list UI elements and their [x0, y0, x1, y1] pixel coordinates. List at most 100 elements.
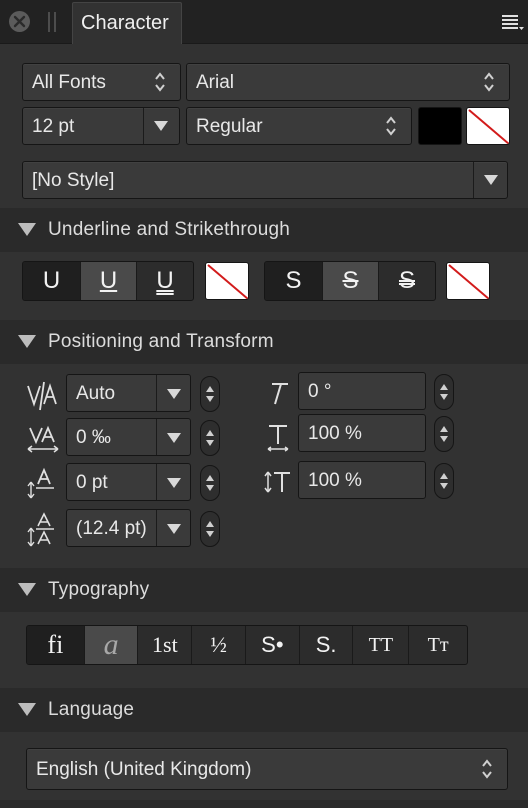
- strike-single-label: S: [342, 267, 359, 294]
- fractions-button[interactable]: ½: [192, 626, 246, 664]
- section-underline-title: Underline and Strikethrough: [48, 219, 290, 240]
- small-caps-button[interactable]: Tт: [409, 626, 467, 664]
- panel-titlebar: Character: [0, 0, 528, 44]
- small-caps-label: Tт: [427, 633, 449, 656]
- text-style-select[interactable]: [No Style]: [22, 161, 508, 199]
- strike-double-button[interactable]: S: [379, 262, 435, 300]
- strike-none-label: S: [285, 267, 302, 294]
- language-select[interactable]: English (United Kingdom): [26, 748, 508, 790]
- no-color-icon: [468, 109, 509, 144]
- horizontal-scale-icon: [267, 425, 289, 452]
- font-collection-select[interactable]: All Fonts: [22, 63, 181, 101]
- tab-character-label: Character: [81, 12, 169, 34]
- underline-double-label: U: [156, 267, 174, 294]
- tracking-icon: [27, 425, 59, 453]
- tracking-combo[interactable]: 0 ‰: [66, 418, 191, 456]
- tracking-stepper[interactable]: [200, 420, 220, 456]
- section-language-header[interactable]: Language: [0, 688, 528, 732]
- strike-single-button[interactable]: S: [323, 262, 379, 300]
- swash-label: a: [103, 628, 119, 661]
- font-family-select[interactable]: Arial: [186, 63, 510, 101]
- dropdown-arrow-icon: [167, 389, 181, 399]
- all-caps-button[interactable]: TT: [353, 626, 410, 664]
- baseline-value: 0 pt: [76, 472, 108, 493]
- leading-stepper[interactable]: [200, 511, 220, 547]
- updown-chevron-icon: [484, 72, 494, 92]
- baseline-stepper[interactable]: [200, 465, 220, 501]
- font-size-value: 12 pt: [32, 116, 75, 137]
- ligatures-button[interactable]: fi: [27, 626, 85, 664]
- strikethrough-button-group: S S S: [264, 261, 436, 301]
- strikethrough-color-swatch[interactable]: [446, 262, 490, 300]
- underline-single-label: U: [99, 267, 118, 294]
- horizontal-scale-stepper[interactable]: [434, 416, 454, 452]
- font-weight-value: Regular: [196, 116, 263, 137]
- dropdown-arrow-icon: [484, 175, 498, 185]
- section-typography-header[interactable]: Typography: [0, 568, 528, 612]
- disclosure-triangle-icon: [18, 703, 36, 716]
- font-collection-value: All Fonts: [32, 72, 106, 93]
- baseline-combo[interactable]: 0 pt: [66, 463, 191, 501]
- updown-chevron-icon: [155, 72, 165, 92]
- vertical-scale-stepper[interactable]: [434, 463, 454, 499]
- language-value: English (United Kingdom): [36, 759, 252, 780]
- horizontal-scale-value: 100 %: [308, 423, 362, 444]
- hamburger-menu-icon[interactable]: [502, 12, 524, 32]
- strike-none-button[interactable]: S: [265, 262, 323, 300]
- dropdown-arrow-icon: [167, 524, 181, 534]
- fractions-label: ½: [210, 632, 227, 657]
- strike-double-label: S: [398, 267, 415, 294]
- leading-icon: [27, 512, 54, 547]
- updown-chevron-icon: [482, 759, 492, 779]
- font-size-combo[interactable]: 12 pt: [22, 107, 180, 145]
- ordinals-label: 1st: [152, 632, 178, 657]
- ligatures-label: fi: [47, 630, 64, 659]
- vertical-scale-field[interactable]: 100 %: [298, 461, 426, 499]
- kerning-combo[interactable]: Auto: [66, 374, 191, 412]
- disclosure-triangle-icon: [18, 583, 36, 596]
- kerning-stepper[interactable]: [200, 376, 220, 412]
- shear-icon: [272, 383, 288, 405]
- text-style-value: [No Style]: [32, 170, 115, 191]
- horizontal-scale-field[interactable]: 100 %: [298, 414, 426, 452]
- vertical-scale-icon: [264, 471, 290, 493]
- section-positioning-header[interactable]: Positioning and Transform: [0, 320, 528, 364]
- section-positioning-title: Positioning and Transform: [48, 331, 274, 352]
- shear-field[interactable]: 0 °: [298, 372, 426, 410]
- baseline-shift-icon: [27, 467, 54, 499]
- panel-bottom-edge: [0, 800, 528, 808]
- disclosure-triangle-icon: [18, 223, 36, 236]
- shear-value: 0 °: [308, 381, 332, 402]
- kerning-value: Auto: [76, 383, 116, 404]
- dropdown-arrow-icon: [154, 121, 168, 131]
- text-stroke-color-swatch[interactable]: [466, 107, 510, 145]
- no-color-icon: [448, 264, 489, 299]
- superscript-label: S•: [261, 632, 284, 657]
- all-caps-label: TT: [368, 633, 394, 656]
- subscript-label: S.: [315, 632, 337, 657]
- shear-stepper[interactable]: [434, 374, 454, 410]
- kerning-icon: [27, 381, 57, 411]
- underline-color-swatch[interactable]: [205, 262, 249, 300]
- ordinals-button[interactable]: 1st: [138, 626, 193, 664]
- typography-button-group: fi a 1st ½ S• S. TT Tт: [26, 625, 468, 665]
- swash-button[interactable]: a: [84, 626, 139, 664]
- disclosure-triangle-icon: [18, 335, 36, 348]
- font-weight-select[interactable]: Regular: [186, 107, 412, 145]
- leading-combo[interactable]: (12.4 pt): [66, 509, 191, 547]
- underline-button-group: U U U: [22, 261, 194, 301]
- section-language-title: Language: [48, 699, 135, 720]
- subscript-button[interactable]: S.: [300, 626, 354, 664]
- drag-grip-icon[interactable]: [48, 12, 56, 32]
- text-fill-color-swatch[interactable]: [418, 107, 462, 145]
- dropdown-arrow-icon: [167, 433, 181, 443]
- underline-single-button[interactable]: U: [81, 262, 137, 300]
- underline-double-button[interactable]: U: [137, 262, 193, 300]
- superscript-button[interactable]: S•: [246, 626, 300, 664]
- underline-none-button[interactable]: U: [23, 262, 81, 300]
- no-color-icon: [207, 264, 248, 299]
- close-icon[interactable]: [9, 11, 30, 32]
- leading-value: (12.4 pt): [76, 518, 147, 539]
- section-underline-header[interactable]: Underline and Strikethrough: [0, 208, 528, 252]
- tab-character[interactable]: Character: [72, 2, 182, 44]
